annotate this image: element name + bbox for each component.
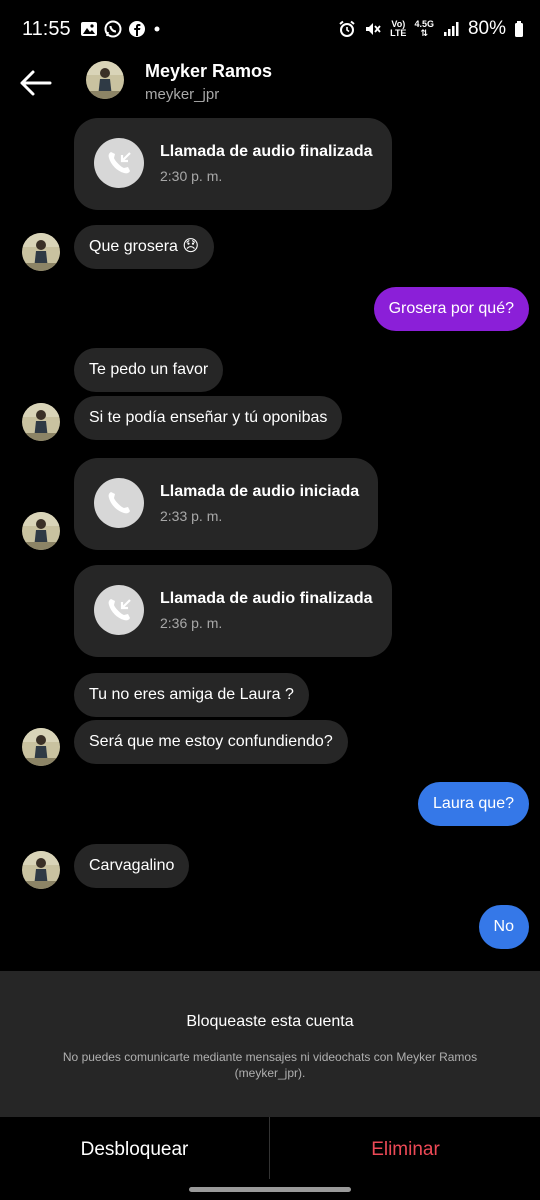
data-arrows-icon: ⇅: [420, 28, 428, 38]
whatsapp-icon: [104, 20, 122, 38]
avatar-image: [86, 61, 124, 99]
message-bubble-incoming[interactable]: Si te podía enseñar y tú oponibas: [74, 396, 343, 440]
message-bubble-incoming[interactable]: Carvagalino: [74, 844, 190, 888]
sender-avatar[interactable]: [22, 851, 60, 889]
call-ended-icon: [94, 138, 144, 188]
status-bar: 11:55 Vo) LTE 4.5G ⇅ 80%: [0, 0, 540, 60]
home-indicator[interactable]: [189, 1187, 351, 1192]
blocked-title: Bloqueaste esta cuenta: [186, 1013, 354, 1030]
network-type: 4.5G ⇅: [414, 20, 434, 38]
facebook-icon: [129, 21, 145, 37]
action-bar: Desbloquear Eliminar: [0, 1117, 540, 1187]
sender-avatar[interactable]: [22, 728, 60, 766]
action-divider: [269, 1117, 270, 1179]
call-time: 2:36 p. m.: [160, 615, 223, 631]
lte-label: LTE: [390, 28, 407, 38]
call-card[interactable]: Llamada de audio iniciada 2:33 p. m.: [74, 458, 378, 550]
alarm-icon: [339, 20, 355, 37]
avatar-image: [22, 512, 60, 550]
mute-icon: [366, 23, 381, 35]
call-card[interactable]: Llamada de audio finalizada 2:36 p. m.: [74, 565, 392, 657]
blocked-notice: Bloqueaste esta cuenta No puedes comunic…: [0, 971, 540, 1117]
sender-avatar[interactable]: [22, 512, 60, 550]
avatar-image: [22, 851, 60, 889]
chat-header: Meyker Ramos meyker_jpr: [0, 55, 540, 115]
contact-name[interactable]: Meyker Ramos: [145, 61, 272, 82]
message-bubble-outgoing[interactable]: Laura que?: [418, 782, 529, 826]
call-title: Llamada de audio iniciada: [160, 483, 360, 500]
message-bubble-outgoing[interactable]: Grosera por qué?: [373, 287, 529, 331]
system-icons: Vo) LTE 4.5G ⇅ 80%: [338, 18, 524, 40]
avatar-image: [22, 728, 60, 766]
contact-avatar[interactable]: [86, 61, 124, 99]
call-time: 2:33 p. m.: [160, 508, 223, 524]
phone-icon: [94, 478, 144, 528]
unblock-button[interactable]: Desbloquear: [0, 1117, 269, 1182]
signal-icon: [443, 22, 459, 36]
call-card[interactable]: Llamada de audio finalizada 2:30 p. m.: [74, 118, 392, 210]
call-ended-icon: [94, 585, 144, 635]
dot-icon: [154, 26, 160, 32]
message-bubble-incoming[interactable]: Te pedo un favor: [74, 348, 224, 392]
call-title: Llamada de audio finalizada: [160, 143, 373, 160]
message-bubble-incoming[interactable]: Será que me estoy confundiendo?: [74, 720, 348, 764]
delete-button[interactable]: Eliminar: [271, 1117, 540, 1182]
contact-username: meyker_jpr: [145, 86, 220, 103]
call-title: Llamada de audio finalizada: [160, 590, 373, 607]
message-bubble-incoming[interactable]: Tu no eres amiga de Laura ?: [74, 673, 309, 717]
blocked-description: No puedes comunicarte mediante mensajes …: [62, 1050, 478, 1080]
call-time: 2:30 p. m.: [160, 168, 223, 184]
battery-percentage: 80%: [467, 18, 506, 39]
volte-indicator: Vo) LTE: [390, 20, 406, 38]
back-arrow-icon: [20, 70, 52, 96]
notification-icons: [80, 20, 162, 38]
message-bubble-incoming[interactable]: Que grosera 😞: [74, 225, 215, 269]
avatar-image: [22, 403, 60, 441]
status-time: 11:55: [22, 18, 71, 40]
message-bubble-outgoing[interactable]: No: [478, 905, 529, 949]
sender-avatar[interactable]: [22, 233, 60, 271]
back-button[interactable]: [18, 65, 58, 101]
gallery-icon: [81, 22, 97, 36]
avatar-image: [22, 233, 60, 271]
sender-avatar[interactable]: [22, 403, 60, 441]
battery-icon: [515, 21, 523, 37]
